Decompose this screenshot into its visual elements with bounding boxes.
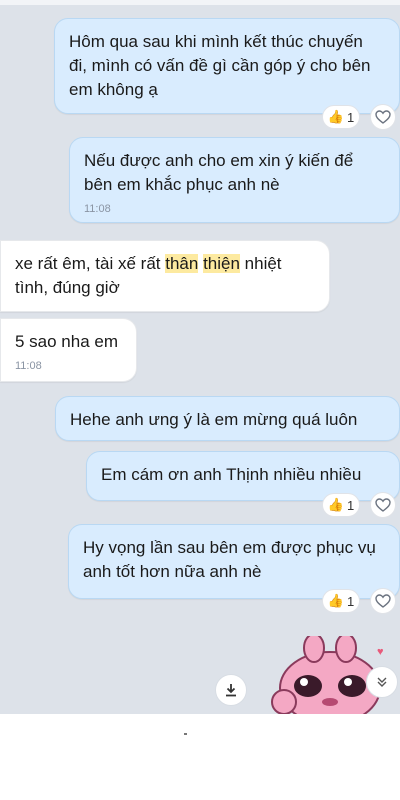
double-chevron-down-icon: [377, 677, 387, 687]
message-text: xe rất êm, tài xế rất thân thiện nhiệt t…: [15, 254, 282, 297]
reaction-badge[interactable]: 👍 1: [322, 105, 360, 129]
sticker-image: [271, 633, 381, 725]
message-time: 11:08: [84, 203, 111, 215]
react-button[interactable]: [370, 588, 396, 614]
thumbs-up-icon: 👍: [327, 497, 344, 512]
cursor-dot: [184, 733, 187, 735]
reaction-badge[interactable]: 👍 1: [322, 493, 360, 517]
bottom-panel: [0, 714, 400, 800]
thumbs-up-icon: 👍: [327, 109, 344, 124]
highlighted-word: thiện: [203, 254, 240, 273]
thumbs-up-icon: 👍: [327, 593, 344, 608]
heart-outline-icon: [375, 498, 391, 512]
message-text: 5 sao nha em: [15, 332, 119, 351]
message-bubble-outgoing[interactable]: Nếu được anh cho em xin ý kiến để bên em…: [69, 137, 400, 223]
scroll-down-button[interactable]: [366, 666, 398, 698]
react-button[interactable]: [370, 492, 396, 518]
reaction-badge[interactable]: 👍 1: [322, 589, 360, 613]
message-bubble-outgoing[interactable]: Hôm qua sau khi mình kết thúc chuyến đi,…: [54, 18, 400, 114]
message-text: Hehe anh ưng ý là em mừng quá luôn: [70, 410, 358, 429]
top-divider: [0, 0, 400, 5]
heart-outline-icon: [375, 110, 391, 124]
message-bubble-outgoing[interactable]: Hy vọng lần sau bên em được phục vụ anh …: [68, 524, 400, 599]
pink-cat-sticker[interactable]: [268, 633, 381, 725]
react-button[interactable]: [370, 104, 396, 130]
reaction-count: 1: [346, 593, 355, 609]
message-bubble-incoming[interactable]: xe rất êm, tài xế rất thân thiện nhiệt t…: [0, 240, 330, 312]
message-bubble-incoming[interactable]: 5 sao nha em 11:08: [0, 318, 137, 382]
heart-icon: ♥: [377, 646, 384, 658]
message-time: 11:08: [15, 360, 42, 372]
message-text: Nếu được anh cho em xin ý kiến để bên em…: [84, 151, 354, 194]
download-icon: [226, 684, 236, 697]
reaction-count: 1: [346, 497, 355, 513]
highlighted-word: thân: [165, 254, 199, 273]
heart-outline-icon: [375, 594, 391, 608]
reaction-count: 1: [346, 109, 355, 125]
message-text: Hôm qua sau khi mình kết thúc chuyến đi,…: [69, 32, 371, 99]
message-bubble-outgoing[interactable]: Hehe anh ưng ý là em mừng quá luôn: [55, 396, 400, 441]
message-text: Hy vọng lần sau bên em được phục vụ anh …: [83, 538, 376, 581]
message-text: Em cám ơn anh Thịnh nhiều nhiều: [101, 465, 362, 484]
download-button[interactable]: [215, 674, 247, 706]
